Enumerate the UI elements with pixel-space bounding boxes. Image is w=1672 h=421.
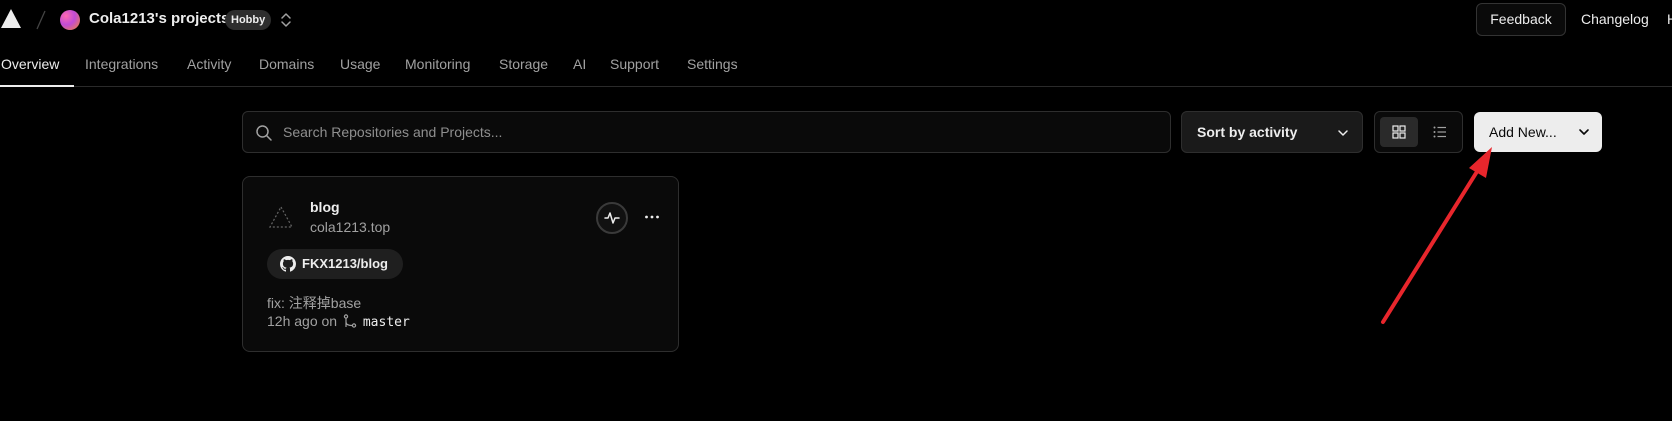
tab-integrations[interactable]: Integrations <box>85 56 158 72</box>
breadcrumb-separator-icon <box>36 10 46 30</box>
project-card[interactable]: blog cola1213.top FKX1213/blog fix: 注释掉b… <box>242 176 679 352</box>
activity-button[interactable] <box>596 202 628 234</box>
commit-message: fix: 注释掉base <box>267 295 362 311</box>
pulse-icon <box>604 212 620 224</box>
top-header: Cola1213's projects Hobby Feedback Chang… <box>0 0 1672 40</box>
tab-activity[interactable]: Activity <box>187 56 231 72</box>
ellipsis-icon[interactable] <box>640 205 664 229</box>
project-domain-link[interactable]: cola1213.top <box>310 219 390 235</box>
search-icon <box>256 125 272 141</box>
active-tab-indicator <box>0 85 74 87</box>
add-new-button[interactable]: Add New... <box>1474 112 1602 152</box>
chevron-up-down-icon[interactable] <box>280 11 292 29</box>
view-mode-toggle <box>1374 111 1463 153</box>
list-icon <box>1433 126 1446 138</box>
search-box[interactable] <box>242 111 1171 153</box>
branch-name[interactable]: master <box>363 315 410 330</box>
team-avatar[interactable] <box>60 10 80 30</box>
git-branch-icon <box>343 314 357 328</box>
repo-link[interactable]: FKX1213/blog <box>267 249 403 279</box>
sort-dropdown[interactable]: Sort by activity <box>1181 111 1363 153</box>
github-icon <box>280 256 296 272</box>
list-view-button[interactable] <box>1421 117 1459 147</box>
tab-overview[interactable]: Overview <box>1 56 59 72</box>
commit-time: 12h ago on <box>267 313 338 329</box>
plan-badge: Hobby <box>225 10 272 30</box>
sort-dropdown-label: Sort by activity <box>1197 124 1298 140</box>
add-new-label: Add New... <box>1489 124 1557 140</box>
grid-view-button[interactable] <box>1380 117 1418 147</box>
grid-icon <box>1392 125 1406 139</box>
project-name[interactable]: blog <box>310 199 340 215</box>
main-tab-bar: Overview Integrations Activity Domains U… <box>0 40 1672 87</box>
dashed-triangle-icon <box>268 205 294 228</box>
vercel-logo-icon[interactable] <box>0 8 22 29</box>
repo-name: FKX1213/blog <box>302 256 388 271</box>
tab-domains[interactable]: Domains <box>259 56 314 72</box>
tab-monitoring[interactable]: Monitoring <box>405 56 470 72</box>
tab-storage[interactable]: Storage <box>499 56 548 72</box>
commit-meta: 12h ago on master <box>267 313 410 330</box>
chevron-down-icon <box>1579 129 1589 135</box>
search-input[interactable] <box>281 112 1161 152</box>
feedback-button[interactable]: Feedback <box>1476 3 1566 36</box>
help-link[interactable]: H <box>1667 11 1672 27</box>
tab-ai[interactable]: AI <box>573 56 586 72</box>
chevron-down-icon <box>1338 130 1348 136</box>
tab-settings[interactable]: Settings <box>687 56 738 72</box>
tab-support[interactable]: Support <box>610 56 659 72</box>
team-name[interactable]: Cola1213's projects <box>89 10 229 27</box>
tab-usage[interactable]: Usage <box>340 56 380 72</box>
changelog-link[interactable]: Changelog <box>1581 11 1649 27</box>
